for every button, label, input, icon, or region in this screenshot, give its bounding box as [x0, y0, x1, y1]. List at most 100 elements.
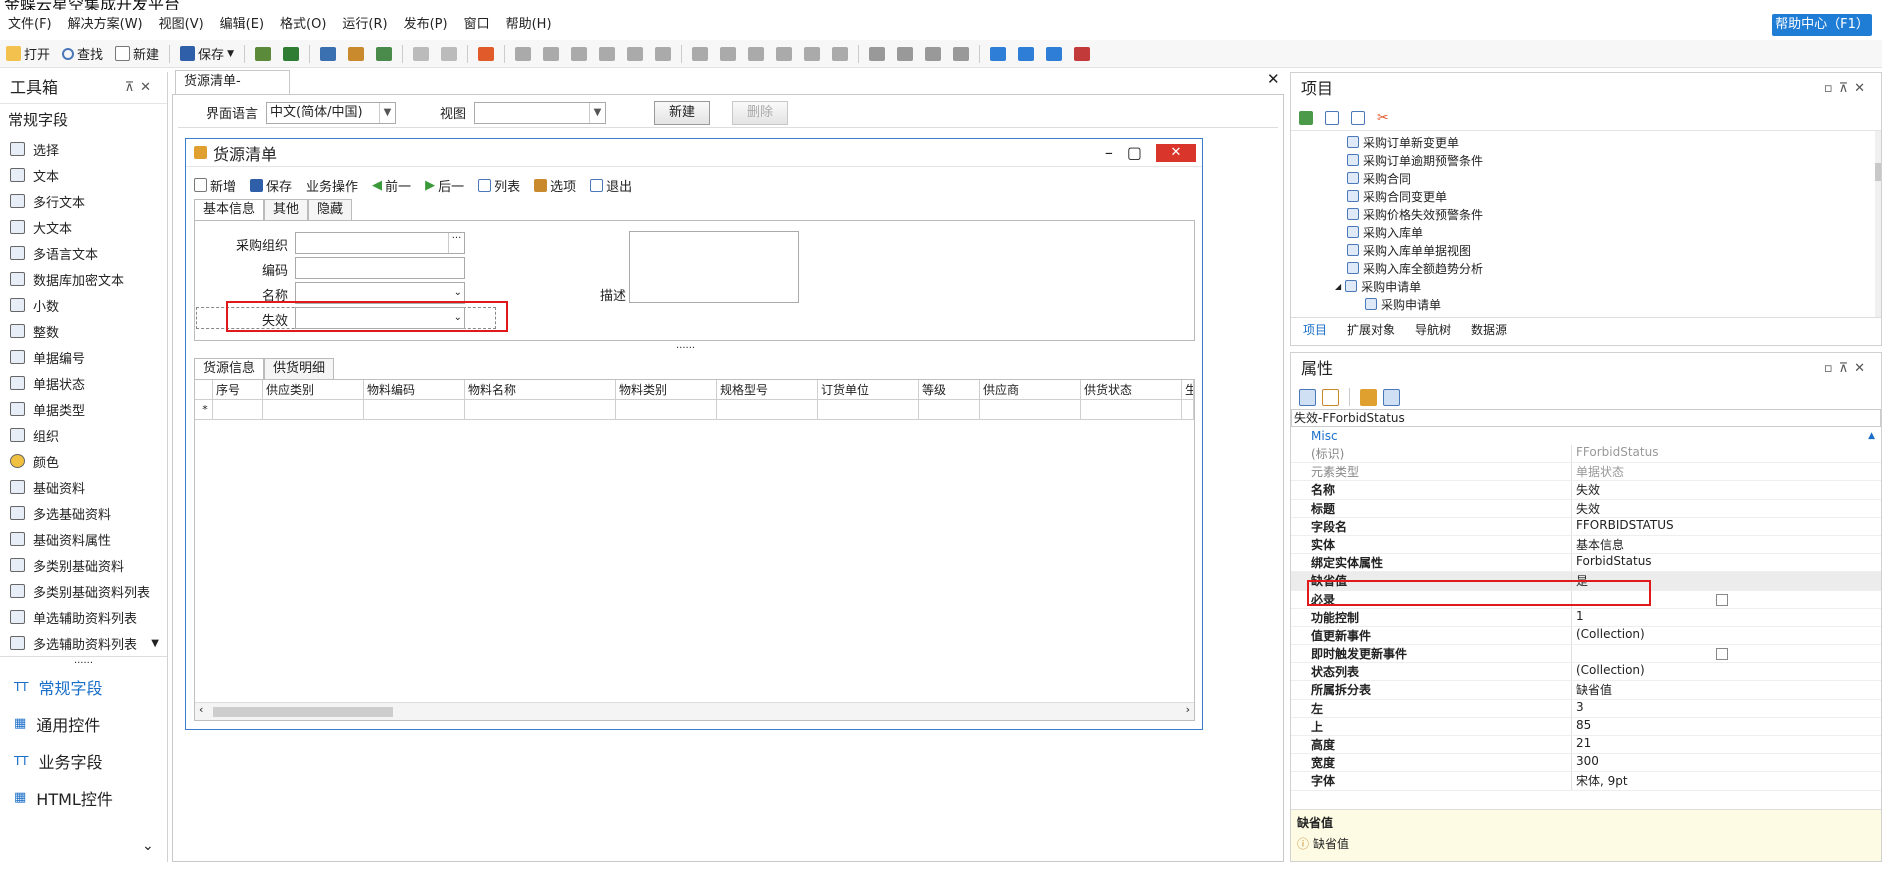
checkbox[interactable] [1716, 648, 1728, 661]
column-header[interactable]: 供应类别 [263, 380, 364, 399]
view-select[interactable]: ▼ [474, 101, 607, 124]
property-row[interactable]: 名称 失效 [1291, 481, 1881, 500]
categorized-icon[interactable] [1299, 388, 1316, 406]
misc-category-header[interactable]: Misc ▲ [1291, 427, 1881, 445]
tree-item[interactable]: 采购合同 [1291, 169, 1881, 187]
align-middle-icon[interactable] [719, 46, 736, 61]
delete-view-button[interactable]: 删除 [732, 100, 789, 125]
tree-item[interactable]: 采购订单新变更单 [1291, 133, 1881, 151]
maximize-icon[interactable]: ▢ [1127, 143, 1142, 162]
grid-icon[interactable] [831, 46, 848, 61]
next-button[interactable]: ▶ 后一 [425, 176, 464, 195]
tab-data-source[interactable]: 数据源 [1461, 319, 1517, 341]
table-cell[interactable] [717, 400, 818, 419]
new-button[interactable]: 新建 [109, 41, 165, 67]
toolbox-item[interactable]: 文本 [0, 162, 167, 188]
distribute-vertical-icon[interactable] [775, 46, 792, 61]
form-icon[interactable] [254, 46, 271, 61]
lock-icon[interactable] [1045, 46, 1062, 61]
sort-alpha-icon[interactable] [1322, 388, 1339, 406]
undo-icon[interactable] [412, 46, 429, 61]
windows-icon[interactable] [1325, 110, 1339, 125]
panel-splitter[interactable]: ...... [676, 341, 695, 351]
tab-source-info[interactable]: 货源信息 [194, 358, 265, 380]
toolbox-item[interactable]: 选择 [0, 136, 167, 162]
split-icon[interactable] [952, 46, 969, 61]
refresh-icon[interactable] [1299, 110, 1313, 125]
new-view-button[interactable]: 新建 [654, 100, 711, 125]
paste-icon[interactable] [1017, 46, 1034, 61]
scroll-left-icon[interactable]: ‹ [199, 703, 203, 716]
toolbox-item[interactable]: 小数 [0, 292, 167, 318]
property-value[interactable]: 85 [1571, 717, 1881, 735]
toolbox-item[interactable]: 多语言文本 [0, 240, 167, 266]
toolbox-item[interactable]: 多选基础资料 [0, 500, 167, 526]
table-cell[interactable] [818, 400, 919, 419]
toolbox-item[interactable]: 单据类型 [0, 396, 167, 422]
toolbox-icon[interactable] [1073, 46, 1090, 61]
property-row[interactable]: 字体 宋体, 9pt [1291, 772, 1881, 791]
tab-supply-detail[interactable]: 供货明细 [264, 358, 335, 380]
property-value[interactable]: 失效 [1571, 499, 1881, 517]
property-row[interactable]: 字段名 FFORBIDSTATUS [1291, 517, 1881, 536]
menu-solution[interactable]: 解决方案(W) [60, 12, 151, 38]
tree-item[interactable]: 采购合同变更单 [1291, 187, 1881, 205]
grid-new-row[interactable]: * [195, 400, 1194, 420]
property-value[interactable]: ForbidStatus [1571, 554, 1881, 572]
column-header[interactable]: 序号 [213, 380, 263, 399]
form-save-button[interactable]: 保存 [250, 176, 292, 195]
checkbox[interactable] [1716, 593, 1728, 606]
distribute-horizontal-icon[interactable] [598, 46, 615, 61]
delete-icon[interactable] [477, 46, 494, 61]
property-value[interactable]: 21 [1571, 736, 1881, 754]
property-row[interactable]: 值更新事件 (Collection) [1291, 626, 1881, 646]
open-button[interactable]: 打开 [0, 41, 56, 67]
toolbox-item[interactable]: 组织 [0, 422, 167, 448]
align-bottom-icon[interactable] [747, 46, 764, 61]
report-icon[interactable] [282, 46, 299, 61]
menu-file[interactable]: 文件(F) [0, 12, 60, 38]
menu-help[interactable]: 帮助(H) [498, 12, 560, 38]
tab-other[interactable]: 其他 [264, 199, 309, 221]
toolbox-item[interactable]: 颜色 [0, 448, 167, 474]
property-row[interactable]: (标识) FForbidStatus [1291, 445, 1881, 464]
form-new-button[interactable]: 新增 [194, 176, 236, 195]
menu-window[interactable]: 窗口 [456, 12, 498, 38]
toolbox-item[interactable]: 多选辅助资料列表 ▼ [0, 630, 167, 656]
align-top-icon[interactable] [691, 46, 708, 61]
pin-close-icons[interactable]: ▫⊼✕ [1824, 353, 1871, 385]
toolbox-item[interactable]: 多行文本 [0, 188, 167, 214]
purchase-org-field[interactable]: ··· [295, 232, 465, 254]
tab-hidden[interactable]: 隐藏 [308, 199, 353, 221]
selected-object-box[interactable]: 失效-FForbidStatus [1291, 409, 1881, 427]
expand-arrow-icon[interactable]: ◢ [1335, 282, 1341, 291]
toolbox-item[interactable]: 基础资料属性 [0, 526, 167, 552]
ellipsis-icon[interactable]: ··· [448, 233, 464, 253]
clone-icon[interactable] [1351, 110, 1365, 125]
same-height-icon[interactable] [803, 46, 820, 61]
scroll-thumb[interactable] [213, 707, 393, 717]
code-field[interactable] [295, 257, 465, 279]
column-header[interactable]: 等级 [919, 380, 980, 399]
table-cell[interactable] [616, 400, 717, 419]
property-value[interactable]: (Collection) [1571, 663, 1881, 681]
category-business-fields[interactable]: TT 业务字段 [0, 742, 167, 779]
toolbox-item[interactable]: 单选辅助资料列表 [0, 604, 167, 630]
property-value[interactable]: 缺省值 [1571, 681, 1881, 699]
menu-view[interactable]: 视图(V) [151, 12, 212, 38]
align-center-icon[interactable] [542, 46, 559, 61]
column-header[interactable]: 物料类别 [616, 380, 717, 399]
export-icon[interactable] [375, 46, 392, 61]
table-cell[interactable] [213, 400, 263, 419]
document-tab[interactable]: 货源清单-_Default [175, 70, 290, 111]
property-value[interactable]: 基本信息 [1571, 535, 1881, 554]
column-header[interactable]: 供应商 [980, 380, 1081, 399]
property-row[interactable]: 功能控制 1 [1291, 608, 1881, 627]
column-header[interactable]: 物料编码 [364, 380, 465, 399]
layout-icon[interactable] [868, 46, 885, 61]
options-button[interactable]: 选项 [534, 176, 576, 195]
property-value[interactable]: FFORBIDSTATUS [1571, 517, 1881, 535]
menu-run[interactable]: 运行(R) [334, 12, 395, 38]
property-row[interactable]: 所属拆分表 缺省值 [1291, 681, 1881, 700]
toolbox-item[interactable]: 数据库加密文本 [0, 266, 167, 292]
